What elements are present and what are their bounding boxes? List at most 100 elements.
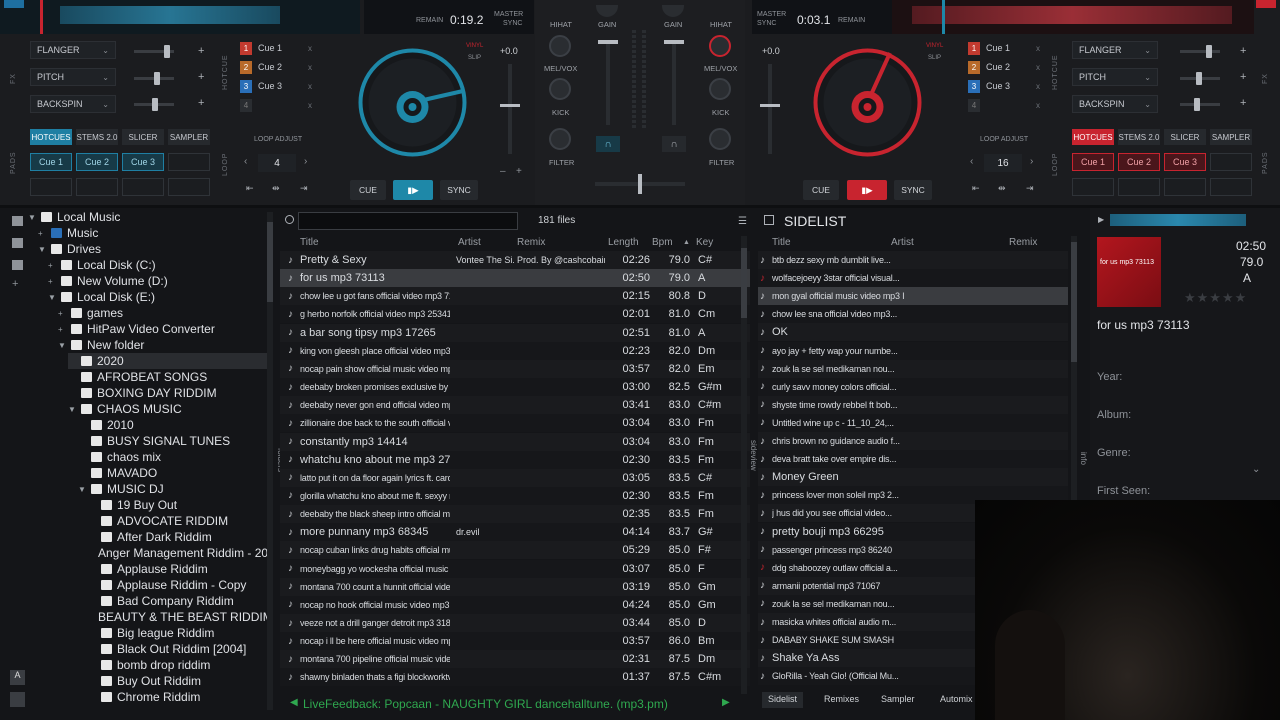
table-row[interactable]: ♪ chow lee u got fans official video mp3 …	[280, 287, 750, 306]
right-pad-8[interactable]	[1210, 178, 1252, 196]
left-pad-2[interactable]: Cue 2	[76, 153, 118, 171]
table-row[interactable]: ♪ montana 700 pipeline official music vid…	[280, 650, 750, 669]
search-input[interactable]	[298, 212, 518, 230]
sidelist-col-remix[interactable]: Remix	[1009, 234, 1037, 250]
folder-item[interactable]: + New Volume (D:)	[48, 273, 268, 289]
folder-item[interactable]: Bad Company Riddim	[88, 593, 268, 609]
right-pad-5[interactable]	[1072, 178, 1114, 196]
folder-item[interactable]: AFROBEAT SONGS	[68, 369, 268, 385]
list-item[interactable]: ♪ shyste time rowdy rebbel ft bob...	[758, 395, 1068, 414]
sidelist-tab[interactable]: Sampler	[875, 692, 921, 708]
expand-icon[interactable]: +	[48, 277, 56, 286]
left-pitch-reset-minus[interactable]: –	[500, 166, 506, 177]
right-fx-slider-3[interactable]	[1180, 98, 1220, 111]
folder-item[interactable]: ▼ Drives	[38, 241, 268, 257]
left-loop-in-icon[interactable]: ⇤	[246, 183, 254, 194]
left-fx-add-1[interactable]: +	[198, 45, 204, 57]
table-row[interactable]: ♪ g herbo norfolk official video mp3 2534…	[280, 305, 750, 324]
left-loop-out-icon[interactable]: ⇥	[300, 183, 308, 194]
folder-item[interactable]: ▼ Local Disk (E:)	[48, 289, 268, 305]
left-fx-select-3[interactable]: BACKSPIN ⌄	[30, 95, 116, 113]
left-cue-2[interactable]: 2 Cue 2 x	[240, 59, 312, 75]
folder-item[interactable]: chaos mix	[78, 449, 268, 465]
list-item[interactable]: ♪ chow lee sna official video mp3...	[758, 305, 1068, 324]
left-cue-4[interactable]: 4x	[240, 97, 312, 113]
list-item[interactable]: ♪ zouk la se sel medikaman nou...	[758, 359, 1068, 378]
automix-icon[interactable]: A	[10, 670, 25, 685]
crossfader[interactable]	[595, 174, 685, 194]
right-play-button[interactable]: ▮▶	[847, 180, 887, 200]
sidelist-col-artist[interactable]: Artist	[891, 234, 914, 250]
mixer-melvox-knob-left[interactable]	[549, 78, 571, 100]
folder-item[interactable]: ▼ Local Music	[28, 209, 268, 225]
sidelist-tab[interactable]: Remixes	[818, 692, 865, 708]
right-waveform[interactable]	[892, 0, 1254, 34]
left-pad-5[interactable]	[30, 178, 72, 196]
col-bpm[interactable]: Bpm	[652, 234, 673, 250]
expand-icon[interactable]: +	[38, 229, 46, 238]
folder-item[interactable]: BOXING DAY RIDDIM	[68, 385, 268, 401]
folder-item[interactable]: + Local Disk (C:)	[48, 257, 268, 273]
folder-item[interactable]: Applause Riddim - Copy	[88, 577, 268, 593]
folder-icon[interactable]	[12, 216, 23, 226]
right-loop-next[interactable]: ›	[1030, 156, 1033, 167]
media-icon[interactable]	[12, 238, 23, 248]
right-cue-2[interactable]: 2 Cue 2 x	[968, 59, 1040, 75]
expand-icon[interactable]: +	[58, 309, 66, 318]
left-fx-select-1[interactable]: FLANGER ⌄	[30, 41, 116, 59]
list-item[interactable]: ♪ chris brown no guidance audio f...	[758, 432, 1068, 450]
folder-item[interactable]: ▼ MUSIC DJ	[78, 481, 268, 497]
folder-item[interactable]: Applause Riddim	[88, 561, 268, 577]
folder-item[interactable]: Buy Out Riddim	[88, 673, 268, 689]
list-item[interactable]: ♪ curly savv money colors official...	[758, 377, 1068, 396]
close-icon[interactable]: x	[308, 101, 312, 110]
folder-item[interactable]: ▼ CHAOS MUSIC	[68, 401, 268, 417]
table-row[interactable]: ♪ glorilla whatchu kno about me ft. sexyy…	[280, 486, 750, 505]
folder-item[interactable]: Black Out Riddim [2004]	[88, 641, 268, 657]
col-remix[interactable]: Remix	[517, 234, 545, 250]
right-loop-in-icon[interactable]: ⇤	[972, 183, 980, 194]
folder-item[interactable]: 19 Buy Out	[88, 497, 268, 513]
expand-icon[interactable]: ▼	[38, 245, 46, 254]
right-pad-4[interactable]	[1210, 153, 1252, 171]
right-fx-select-2[interactable]: PITCH ⌄	[1072, 68, 1158, 86]
left-loop-reloop-icon[interactable]: ⇹	[272, 183, 280, 194]
left-fx-add-2[interactable]: +	[198, 71, 204, 83]
left-vinyl-label[interactable]: VINYL	[466, 43, 483, 49]
table-row[interactable]: ♪ constantly mp3 14414 03:04 83.0 Fm	[280, 432, 750, 451]
left-loop-next[interactable]: ›	[304, 156, 307, 167]
table-row[interactable]: ♪ for us mp3 73113 02:50 79.0 A	[280, 269, 750, 288]
col-key[interactable]: Key	[696, 234, 713, 250]
right-fx-add-1[interactable]: +	[1240, 45, 1246, 57]
right-cue-4[interactable]: 4x	[968, 97, 1040, 113]
folder-item[interactable]: + games	[58, 305, 268, 321]
left-loop-value[interactable]: 4	[258, 154, 296, 172]
close-icon[interactable]: x	[1036, 82, 1040, 91]
left-pad-3[interactable]: Cue 3	[122, 153, 164, 171]
right-cue-1[interactable]: 1 Cue 1 x	[968, 40, 1040, 56]
sidelist-tab[interactable]: Sidelist	[762, 692, 804, 708]
left-tab-stems[interactable]: STEMS 2.0	[76, 129, 118, 145]
list-item[interactable]: ♪ Money Green	[758, 468, 1068, 487]
left-tab-hotcues[interactable]: HOTCUES	[30, 129, 72, 145]
folder-item[interactable]: BUSY SIGNAL TUNES	[78, 433, 268, 449]
live-feedback-text[interactable]: LiveFeedback: Popcaan - NAUGHTY GIRL dan…	[303, 697, 668, 711]
folder-item[interactable]: + Music	[38, 225, 268, 241]
right-fx-slider-1[interactable]	[1180, 45, 1220, 58]
folder-item[interactable]: MAVADO	[78, 465, 268, 481]
left-pad-7[interactable]	[122, 178, 164, 196]
right-vinyl-label[interactable]: VINYL	[926, 43, 943, 49]
left-tab-sampler[interactable]: SAMPLER	[168, 129, 210, 145]
table-row[interactable]: ♪ deebaby the black sheep intro official …	[280, 505, 750, 524]
folder-item[interactable]: + HitPaw Video Converter	[58, 321, 268, 337]
mixer-hihat-knob-right[interactable]	[709, 35, 731, 57]
expand-icon[interactable]: ▼	[58, 341, 66, 350]
table-row[interactable]: ♪ a bar song tipsy mp3 17265 02:51 81.0 A	[280, 323, 750, 342]
right-loop-out-icon[interactable]: ⇥	[1026, 183, 1034, 194]
table-row[interactable]: ♪ montana 700 count a hunnit official vid…	[280, 577, 750, 596]
table-row[interactable]: ♪ latto put it on da floor again lyrics f…	[280, 468, 750, 487]
mixer-kick-knob-right[interactable]	[709, 128, 731, 150]
close-icon[interactable]: x	[308, 82, 312, 91]
list-item[interactable]: ♪ OK	[758, 323, 1068, 342]
right-fx-select-3[interactable]: BACKSPIN ⌄	[1072, 95, 1158, 113]
